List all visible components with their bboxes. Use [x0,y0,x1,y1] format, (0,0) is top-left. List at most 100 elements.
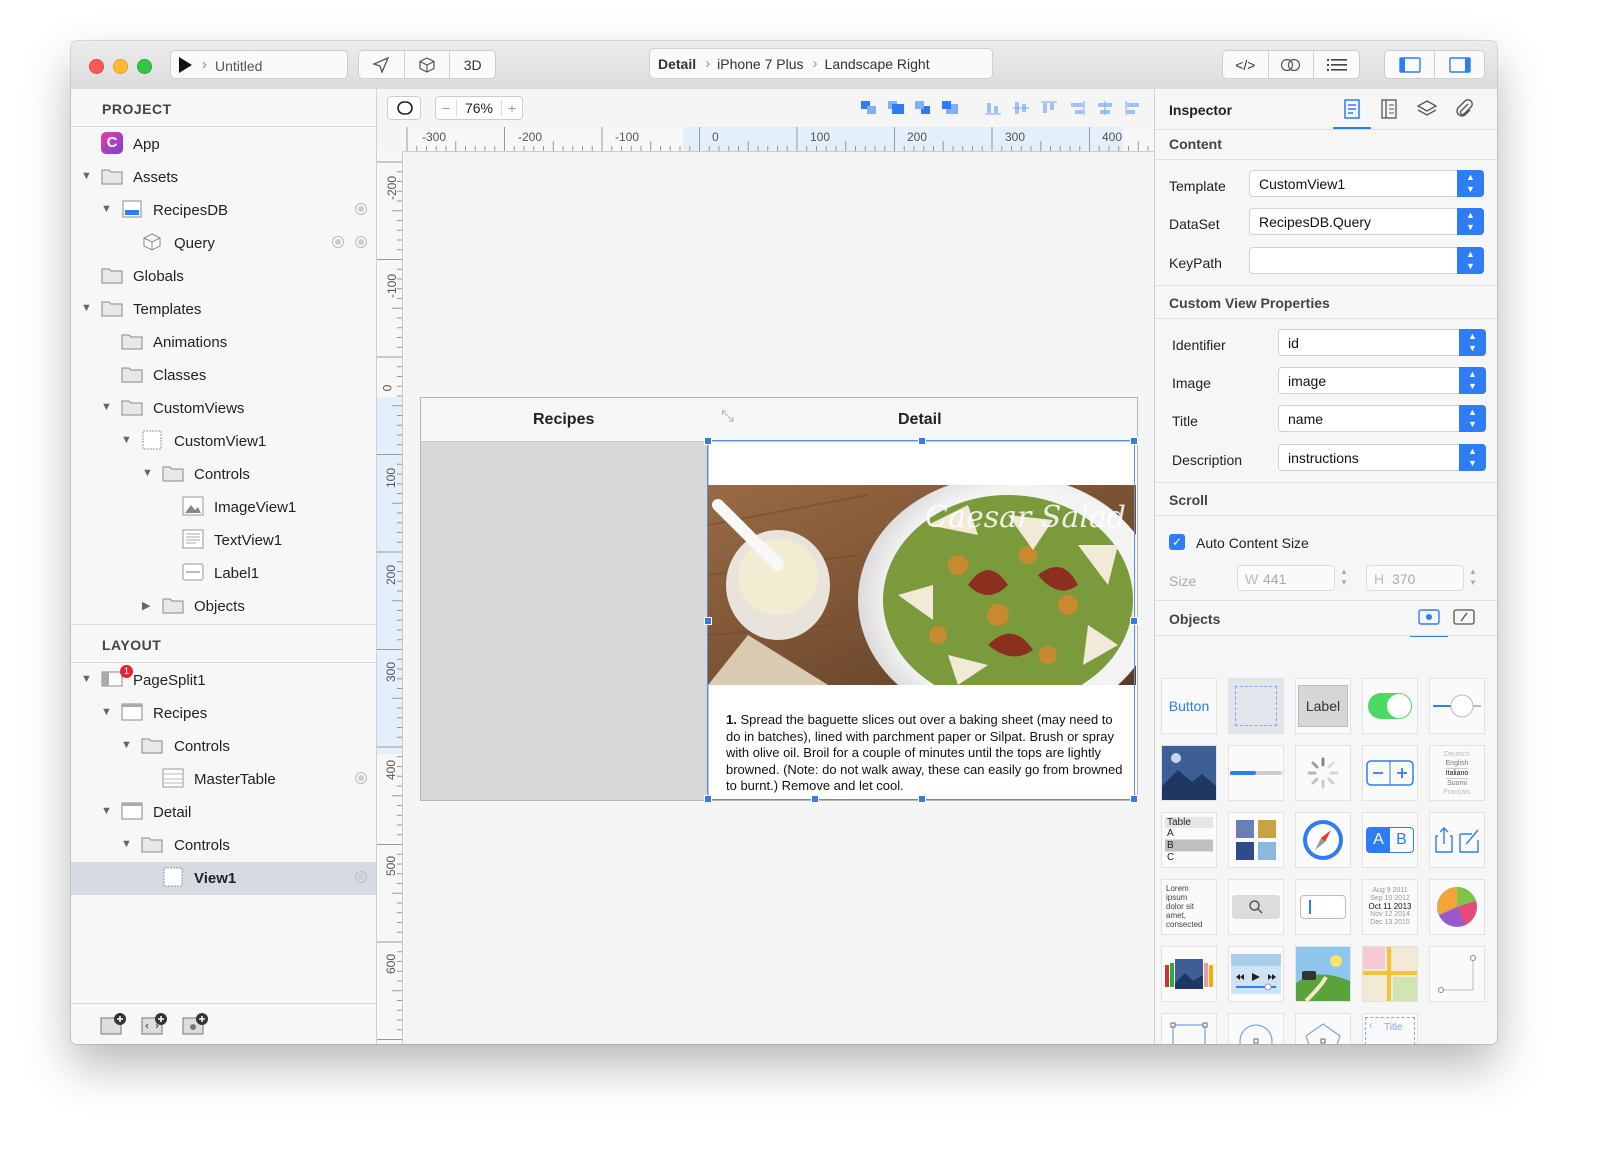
object-collection-view[interactable] [1228,812,1284,868]
object-date-picker[interactable]: Aug 9 2011 Sep 10 2012 Oct 11 2013 Nov 1… [1362,879,1418,935]
align-center-v-icon[interactable] [1012,100,1030,116]
device-preview[interactable]: Recipes ⤡ Detail Caesar Salad 1. Spread … [420,397,1138,803]
tree-item-recipes[interactable]: ▼ Recipes [71,697,376,730]
object-segmented-control[interactable]: AB [1362,812,1418,868]
tree-item-detail[interactable]: ▼ Detail [71,796,376,829]
object-media-player[interactable] [1228,946,1284,1002]
disclosure-down-icon[interactable]: ▼ [101,805,112,817]
tree-item-customviews[interactable]: ▼ CustomViews [71,392,376,425]
disclosure-down-icon[interactable]: ▼ [81,302,92,314]
status-indicator[interactable] [355,203,367,215]
disclosure-down-icon[interactable]: ▼ [121,739,132,751]
play-circle-icon[interactable] [332,236,344,248]
add-page-icon[interactable] [99,1012,127,1036]
template-select[interactable]: CustomView1 ▲ ▼ [1249,170,1484,197]
auto-content-size-checkbox[interactable]: ✓ [1169,534,1185,550]
object-chart[interactable] [1429,879,1485,935]
align-right-icon[interactable] [1068,100,1086,116]
align-top-icon[interactable] [1040,100,1058,116]
keypath-select[interactable]: ▲ ▼ [1249,247,1484,274]
toggle-left-panel-button[interactable] [1385,51,1435,78]
tree-item-mastertable[interactable]: MasterTable [71,763,376,796]
align-bottom-icon[interactable] [984,100,1002,116]
tree-item-controls[interactable]: ▼ Controls [71,458,376,491]
tree-item-customview1[interactable]: ▼ CustomView1 [71,425,376,458]
image-select[interactable]: image ▲ ▼ [1278,367,1486,394]
layers-icon[interactable] [1416,99,1438,119]
shape-tool-button[interactable] [387,96,421,120]
zoom-window-button[interactable] [137,59,152,74]
tree-item-view1[interactable]: View1 [71,862,376,895]
tree-item-objects[interactable]: ▶ Objects [71,590,376,623]
add-asset-icon[interactable] [181,1012,209,1036]
status-indicator[interactable] [355,871,367,883]
object-image-view[interactable] [1161,745,1217,801]
minimize-window-button[interactable] [113,59,128,74]
tree-item-recipesdb[interactable]: ▼ RecipesDB [71,194,376,227]
disclosure-down-icon[interactable]: ▼ [121,434,132,446]
tree-item-query[interactable]: Query [71,227,376,260]
tree-item-imageview1[interactable]: ImageView1 [71,491,376,524]
detail-pane[interactable]: Caesar Salad 1. Spread the baguette slic… [708,442,1136,800]
object-picker-view[interactable]: Deutsch English Italiano Suomi Français [1429,745,1485,801]
zoom-out-button[interactable]: − [436,100,457,116]
tree-item-animations[interactable]: Animations [71,326,376,359]
close-window-button[interactable] [89,59,104,74]
tree-item-templates[interactable]: ▼ Templates [71,293,376,326]
send-to-back-icon[interactable] [941,100,959,116]
master-pane[interactable] [421,442,709,800]
identifier-select[interactable]: id ▲ ▼ [1278,329,1486,356]
description-select[interactable]: instructions ▲ ▼ [1278,444,1486,471]
breadcrumb-item[interactable]: iPhone 7 Plus [717,56,803,72]
status-indicator[interactable] [355,772,367,784]
breadcrumb-item[interactable]: Detail [658,56,696,72]
tree-item-pagesplit1[interactable]: ▼ 1 PageSplit1 [71,664,376,697]
object-slider[interactable] [1429,678,1485,734]
disclosure-down-icon[interactable]: ▼ [81,170,92,182]
disclosure-down-icon[interactable]: ▼ [121,838,132,850]
tree-item-textview1[interactable]: TextView1 [71,524,376,557]
object-button[interactable]: Button [1161,678,1217,734]
object-map-view[interactable] [1295,946,1351,1002]
disclosure-down-icon[interactable]: ▼ [81,673,92,685]
disclosure-down-icon[interactable]: ▼ [101,401,112,413]
status-indicator[interactable] [355,236,367,248]
tree-item-app[interactable]: C App [71,128,376,161]
object-gallery[interactable] [1161,946,1217,1002]
object-polygon[interactable] [1295,1013,1351,1044]
object-map[interactable] [1362,946,1418,1002]
object-constraint[interactable] [1429,946,1485,1002]
send-backward-icon[interactable] [914,100,932,116]
object-text-field[interactable] [1295,879,1351,935]
object-rectangle[interactable] [1161,1013,1217,1044]
disclosure-down-icon[interactable]: ▼ [142,467,153,479]
tree-item-controls[interactable]: ▼ Controls [71,829,376,862]
disclosure-down-icon[interactable]: ▼ [101,706,112,718]
document-icon[interactable] [1380,99,1398,119]
disclosure-down-icon[interactable]: ▼ [101,203,112,215]
title-select[interactable]: name ▲ ▼ [1278,405,1486,432]
recipe-image[interactable]: Caesar Salad [708,485,1136,685]
view-3d-button[interactable]: 3D [450,51,495,78]
height-stepper[interactable]: ▲ ▼ [1469,566,1477,588]
dataset-select[interactable]: RecipesDB.Query ▲ ▼ [1249,208,1484,235]
disclosure-right-icon[interactable]: ▶ [142,599,150,612]
object-navigation-bar[interactable]: ‹ Title [1362,1013,1418,1044]
object-stepper[interactable] [1362,745,1418,801]
expand-icon[interactable]: ⤡ [721,408,734,426]
recipe-description[interactable]: 1. Spread the baguette slices out over a… [726,712,1126,795]
send-button[interactable] [359,51,405,78]
zoom-in-button[interactable]: + [501,100,522,116]
align-center-h-icon[interactable] [1096,100,1114,116]
tree-item-label1[interactable]: Label1 [71,557,376,590]
box-button[interactable] [405,51,451,78]
tree-item-assets[interactable]: ▼ Assets [71,161,376,194]
object-switch[interactable] [1362,678,1418,734]
design-canvas[interactable]: − 76% + -300 -200 -100 0 100 200 300 400… [377,89,1154,1044]
paperclip-icon[interactable] [1454,98,1474,118]
toggle-right-panel-button[interactable] [1435,51,1484,78]
object-activity-indicator[interactable] [1295,745,1351,801]
list-button[interactable] [1314,51,1359,78]
object-label[interactable]: Label [1295,678,1351,734]
object-table-view[interactable]: Table A B C [1161,812,1217,868]
